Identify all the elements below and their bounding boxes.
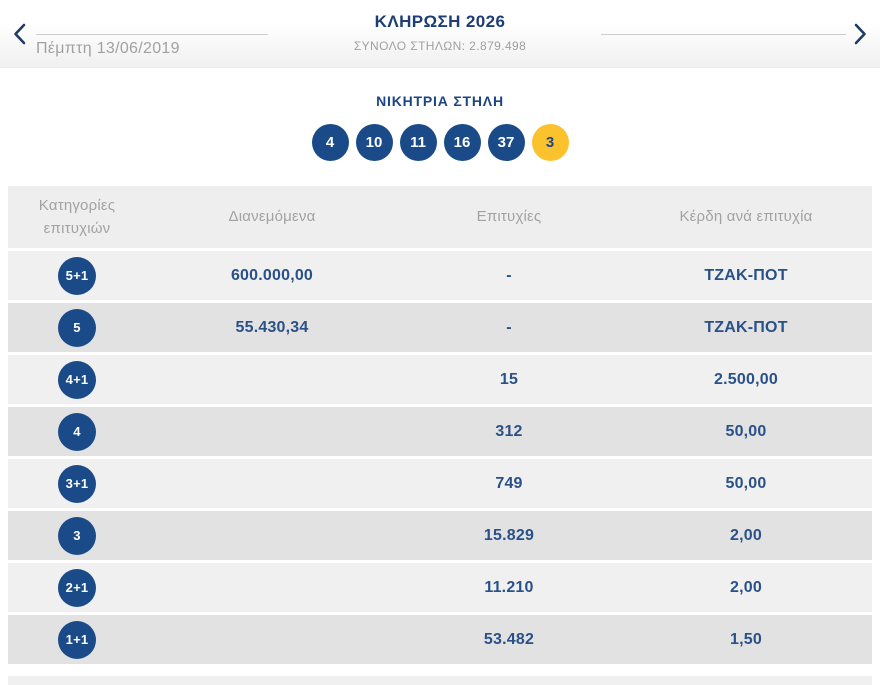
results-table-body: 5+1 600.000,00 - ΤΖΑΚ-ΠΟΤ 5 55.430,34 - ΤΖΑΚ-ΠΟ… (8, 251, 872, 664)
distributed-value: 600.000,00 (230, 266, 314, 284)
table-row: 2+1 11.210 2,00 (8, 563, 872, 612)
winning-number-ball: 10 (355, 124, 393, 161)
bonus-number-ball: 3 (531, 124, 569, 161)
next-section-partial-bar (8, 676, 872, 685)
column-header-prize: Κέρδη ανά επιτυχία (679, 208, 813, 226)
table-row: 5 55.430,34 - ΤΖΑΚ-ΠΟΤ (8, 303, 872, 352)
prize-value: 1,50 (730, 630, 762, 648)
winners-value: 15.829 (483, 526, 535, 544)
prize-value: 50,00 (725, 474, 767, 492)
total-columns-label: ΣΥΝΟΛΟ ΣΤΗΛΩΝ: 2.879.498 (353, 39, 527, 53)
prize-value: 2,00 (730, 526, 762, 544)
category-badge: 1+1 (58, 620, 96, 659)
prize-value: ΤΖΑΚ-ΠΟΤ (704, 318, 788, 336)
category-badge: 2+1 (58, 568, 96, 607)
chevron-right-icon (854, 23, 866, 45)
category-badge: 5+1 (58, 256, 96, 295)
category-badge: 3+1 (58, 464, 96, 503)
column-header-categories: Κατηγορίες επιτυχιών (38, 196, 116, 237)
winners-value: 312 (495, 422, 523, 440)
winners-value: 53.482 (483, 630, 535, 648)
winning-number-ball: 37 (487, 124, 525, 161)
category-badge: 3 (58, 516, 96, 555)
winning-number-ball: 16 (443, 124, 481, 161)
prize-value: 50,00 (725, 422, 767, 440)
winners-value: - (506, 318, 512, 336)
distributed-value: 55.430,34 (235, 318, 309, 336)
category-badge: 4+1 (58, 360, 96, 399)
draw-navigation-header: Πέμπτη 13/06/2019 ΚΛΗΡΩΣΗ 2026 ΣΥΝΟΛΟ ΣΤ… (0, 0, 880, 68)
winning-number-ball: 4 (311, 124, 349, 161)
winners-value: - (506, 266, 512, 284)
table-row: 3+1 749 50,00 (8, 459, 872, 508)
winners-value: 11.210 (484, 578, 534, 596)
column-header-distributed: Διανεμόμενα (228, 208, 316, 226)
prize-value: 2.500,00 (714, 370, 778, 388)
prize-value: 2,00 (730, 578, 762, 596)
category-badge: 4 (58, 412, 96, 451)
draw-title: ΚΛΗΡΩΣΗ 2026 (374, 12, 506, 31)
column-header-winners: Επιτυχίες (476, 208, 542, 226)
table-row: 3 15.829 2,00 (8, 511, 872, 560)
winners-value: 15 (499, 370, 519, 388)
winners-value: 749 (495, 474, 523, 492)
winning-numbers: 4 10 11 16 37 3 (0, 124, 880, 161)
results-table-header: Κατηγορίες επιτυχιών Διανεμόμενα Επιτυχί… (8, 186, 872, 248)
winning-number-ball: 11 (399, 124, 437, 161)
results-table: Κατηγορίες επιτυχιών Διανεμόμενα Επιτυχί… (8, 186, 872, 664)
winning-column-title: ΝΙΚΗΤΡΙΑ ΣΤΗΛΗ (376, 93, 504, 109)
table-row: 4 312 50,00 (8, 407, 872, 456)
category-badge: 5 (58, 308, 96, 347)
table-row: 1+1 53.482 1,50 (8, 615, 872, 664)
table-row: 5+1 600.000,00 - ΤΖΑΚ-ΠΟΤ (8, 251, 872, 300)
header-divider-right (601, 34, 846, 35)
table-row: 4+1 15 2.500,00 (8, 355, 872, 404)
next-draw-button[interactable] (849, 21, 871, 47)
prize-value: ΤΖΑΚ-ΠΟΤ (704, 266, 788, 284)
